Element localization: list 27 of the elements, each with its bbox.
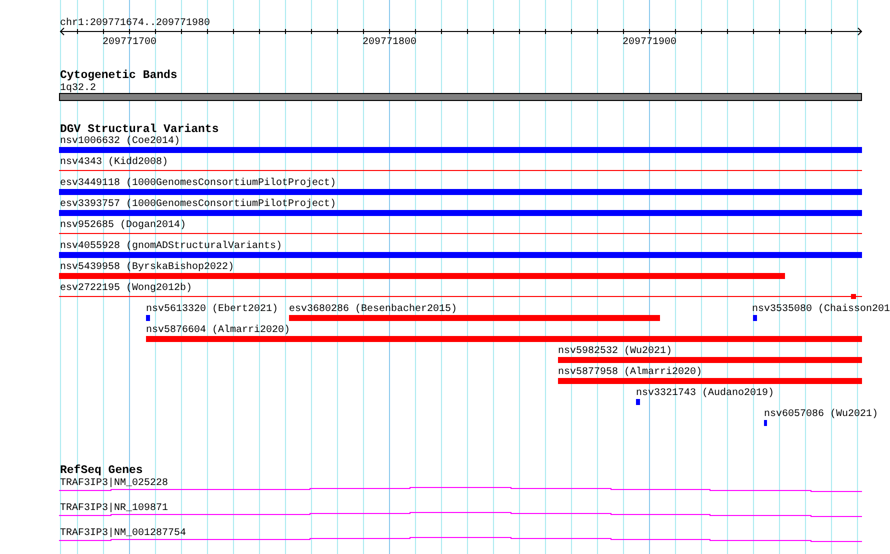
track-title: RefSeq Genes: [60, 464, 143, 477]
variant-label: esv2722195 (Wong2012b): [60, 283, 192, 294]
variant-label: nsv4055928 (gnomADStructuralVariants): [60, 241, 282, 252]
location-label: chr1:209771674..209771980: [60, 18, 210, 29]
variant-label: nsv3535080 (Chaisson201: [752, 304, 890, 315]
gene-label: TRAF3IP3|NM_025228: [60, 478, 168, 489]
tick-label: 209771700: [102, 37, 156, 48]
tick-label: 209771800: [362, 37, 416, 48]
variant-label: nsv6057086 (Wu2021): [764, 409, 878, 420]
tick-label: 209771900: [622, 37, 676, 48]
track-title: DGV Structural Variants: [60, 123, 219, 136]
band-label: 1q32.2: [60, 83, 96, 94]
variant-label: esv3680286 (Besenbacher2015): [289, 304, 458, 315]
variant-label: nsv5613320 (Ebert2021): [146, 304, 278, 315]
gene-label: TRAF3IP3|NM_001287754: [60, 528, 186, 539]
variant-label: nsv4343 (Kidd2008): [60, 157, 168, 168]
variant-label: nsv5876604 (Almarri2020): [146, 325, 290, 336]
variant-label: nsv952685 (Dogan2014): [60, 220, 186, 231]
variant-label: nsv1006632 (Coe2014): [60, 136, 180, 147]
track-title: Cytogenetic Bands: [60, 69, 178, 82]
variant-label: nsv5877958 (Almarri2020): [558, 367, 702, 378]
gene-label: TRAF3IP3|NR_109871: [60, 503, 168, 514]
variant-label: esv3393757 (1000GenomesConsortiumPilotProject): [60, 199, 336, 210]
variant-label: nsv3321743 (Audano2019): [636, 388, 774, 399]
variant-label: nsv5439958 (ByrskaBishop2022): [60, 262, 234, 273]
variant-label: esv3449118 (1000GenomesConsortiumPilotProject): [60, 178, 336, 189]
variant-label: nsv5982532 (Wu2021): [558, 346, 672, 357]
